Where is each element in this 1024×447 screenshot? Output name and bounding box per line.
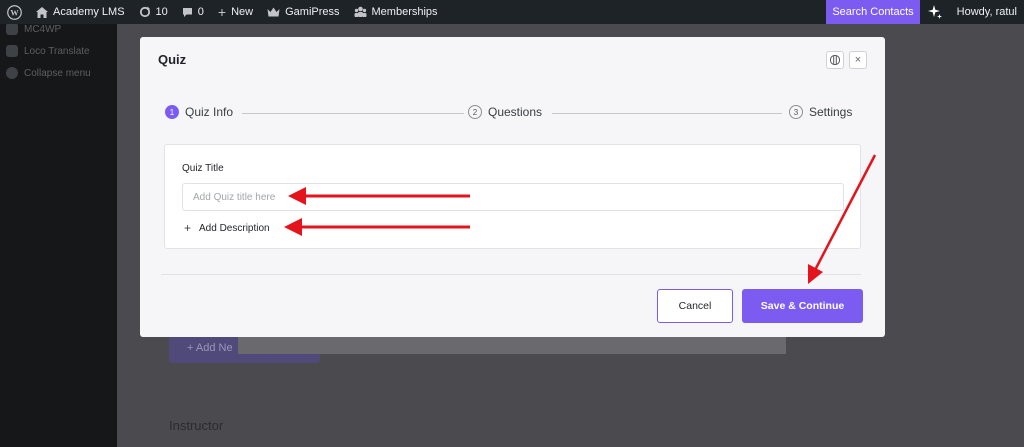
wordpress-icon: W xyxy=(7,4,22,20)
step-settings[interactable]: 3 Settings xyxy=(789,105,852,119)
background-add-label: + Add Ne xyxy=(187,342,233,354)
gamipress-label: GamiPress xyxy=(285,6,340,18)
quiz-modal: Quiz × 1 Quiz Info 2 Questions 3 Setting… xyxy=(140,37,885,337)
search-contacts-label: Search Contacts xyxy=(832,6,914,18)
translate-icon xyxy=(6,45,18,57)
columns-icon xyxy=(830,55,840,65)
step-quiz-info[interactable]: 1 Quiz Info xyxy=(165,105,233,119)
sidebar-item-label: MC4WP xyxy=(24,23,62,35)
add-description-label: Add Description xyxy=(199,222,270,234)
svg-text:W: W xyxy=(10,8,19,17)
new-label: New xyxy=(231,6,254,18)
step-questions[interactable]: 2 Questions xyxy=(468,105,542,119)
memberships-menu[interactable]: Memberships xyxy=(347,0,445,24)
step-connector xyxy=(242,113,464,114)
home-icon xyxy=(36,6,48,18)
step-number: 3 xyxy=(789,105,803,119)
sidebar-item-label: Loco Translate xyxy=(24,45,90,57)
quiz-title-input[interactable] xyxy=(182,183,844,211)
updates-icon xyxy=(139,6,150,18)
ai-sparkle-button[interactable] xyxy=(920,0,950,24)
layout-toggle-button[interactable] xyxy=(826,51,844,69)
step-connector xyxy=(552,113,782,114)
save-continue-button[interactable]: Save & Continue xyxy=(742,289,863,323)
collapse-icon xyxy=(6,67,18,79)
gamipress-menu[interactable]: GamiPress xyxy=(260,0,346,24)
site-name-menu[interactable]: Academy LMS xyxy=(29,0,132,24)
sidebar-item-collapse-menu[interactable]: Collapse menu xyxy=(0,64,117,82)
memberships-label: Memberships xyxy=(371,6,438,18)
crown-icon xyxy=(267,7,280,16)
close-icon: × xyxy=(854,54,862,66)
new-content-menu[interactable]: + New xyxy=(211,0,260,24)
close-button[interactable]: × xyxy=(849,51,867,69)
step-label: Quiz Info xyxy=(185,105,234,119)
quiz-title-label: Quiz Title xyxy=(182,163,224,174)
save-continue-label: Save & Continue xyxy=(760,300,845,312)
admin-bar: W Academy LMS 10 0 + New GamiPress Membe… xyxy=(0,0,1024,24)
search-contacts-button[interactable]: Search Contacts xyxy=(826,0,920,24)
instructor-heading: Instructor xyxy=(169,418,224,433)
groups-icon xyxy=(354,6,367,17)
plus-icon: + xyxy=(184,221,192,235)
background-strip xyxy=(238,336,786,354)
quiz-stepper: 1 Quiz Info 2 Questions 3 Settings xyxy=(165,105,857,121)
add-description-button[interactable]: + Add Description xyxy=(184,221,270,235)
step-number: 1 xyxy=(165,105,179,119)
site-name: Academy LMS xyxy=(53,6,125,18)
updates-menu[interactable]: 10 xyxy=(132,0,175,24)
modal-title: Quiz xyxy=(158,52,187,67)
step-label: Settings xyxy=(809,105,853,119)
plus-icon: + xyxy=(217,4,227,20)
cancel-label: Cancel xyxy=(678,300,712,312)
footer-divider xyxy=(161,274,861,275)
my-account-menu[interactable]: Howdy, ratul xyxy=(950,0,1024,24)
comments-count: 0 xyxy=(197,6,204,18)
cancel-button[interactable]: Cancel xyxy=(657,289,733,323)
wordpress-logo-menu[interactable]: W xyxy=(0,0,29,24)
step-label: Questions xyxy=(488,105,543,119)
greeting: Howdy, ratul xyxy=(956,6,1017,18)
updates-count: 10 xyxy=(155,6,168,18)
step-number: 2 xyxy=(468,105,482,119)
quiz-info-card: Quiz Title + Add Description xyxy=(164,144,861,249)
sidebar-item-loco-translate[interactable]: Loco Translate xyxy=(0,42,117,60)
mc4wp-icon xyxy=(6,23,18,35)
sparkle-icon xyxy=(927,5,942,19)
comment-icon xyxy=(182,7,192,17)
sidebar-item-label: Collapse menu xyxy=(24,67,91,79)
admin-sidebar: MC4WP Loco Translate Collapse menu xyxy=(0,23,117,447)
comments-menu[interactable]: 0 xyxy=(175,0,211,24)
